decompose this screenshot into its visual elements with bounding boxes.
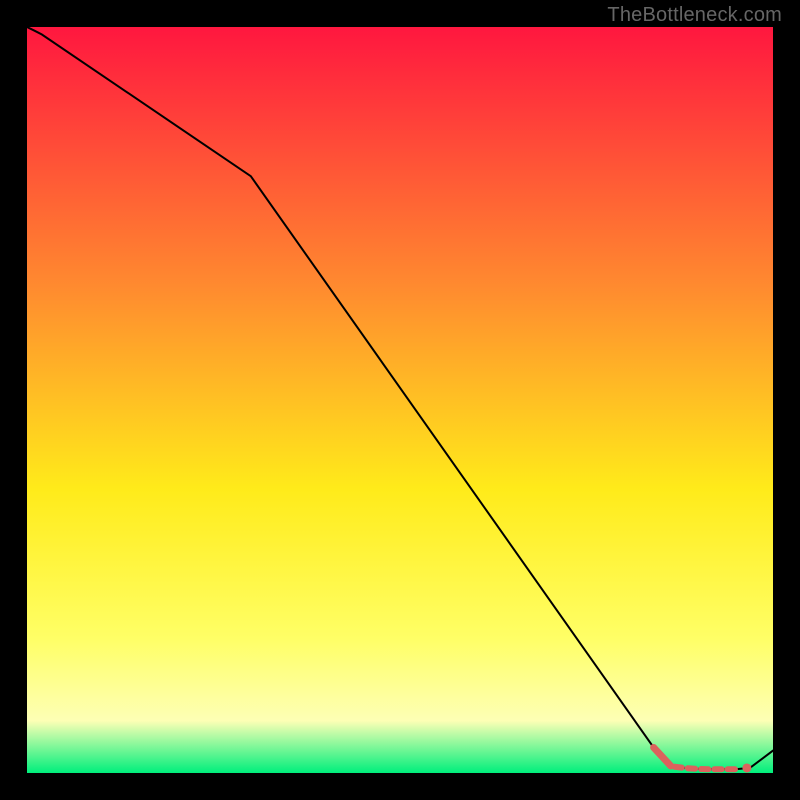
watermark-text: TheBottleneck.com xyxy=(607,4,782,27)
gradient-background xyxy=(27,27,773,773)
plot-svg xyxy=(27,27,773,773)
plot-area xyxy=(27,27,773,773)
chart-frame: TheBottleneck.com xyxy=(0,0,800,800)
